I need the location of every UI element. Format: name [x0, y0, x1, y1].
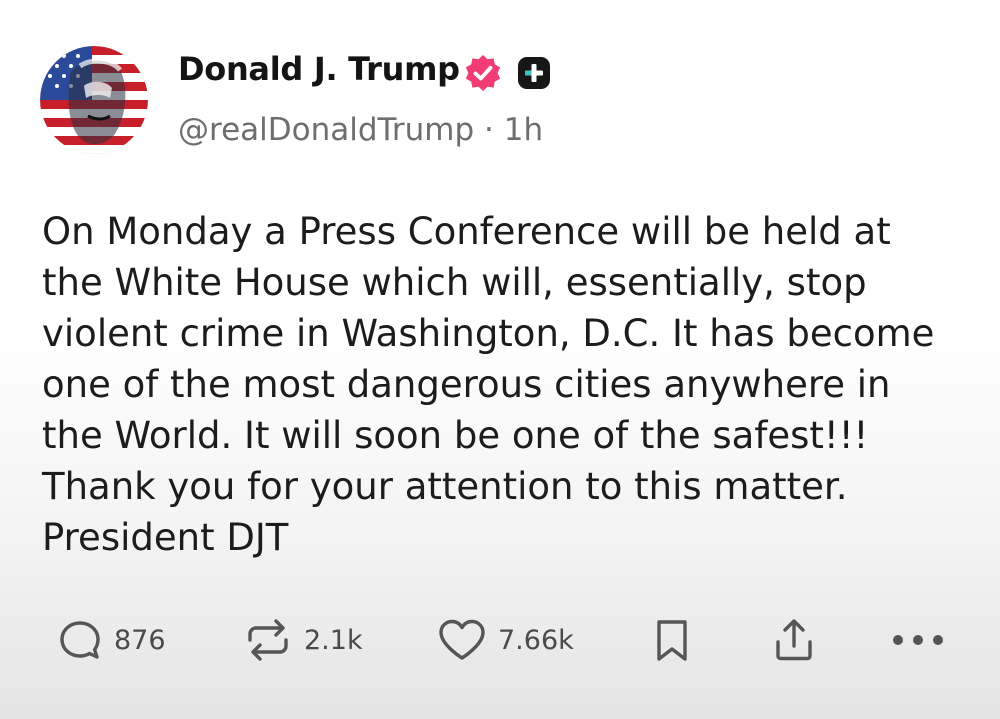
- avatar[interactable]: [40, 46, 148, 154]
- author-meta: @realDonaldTrump · 1h: [178, 112, 543, 148]
- plus-badge-icon: [518, 57, 550, 89]
- more-icon: [893, 635, 943, 645]
- repost-count: 2.1k: [304, 624, 363, 656]
- bookmark-icon: [657, 620, 687, 661]
- share-button[interactable]: [770, 612, 818, 668]
- share-icon: [776, 619, 812, 661]
- bookmark-button[interactable]: [650, 612, 694, 668]
- author-display-name[interactable]: Donald J. Trump: [178, 50, 460, 88]
- avatar-image: [40, 46, 148, 154]
- reply-count: 876: [114, 624, 166, 656]
- post-card: Donald J. Trump @realDonaldTrump · 1h On…: [0, 0, 1000, 719]
- reply-button[interactable]: 876: [56, 612, 166, 668]
- repost-icon: [248, 619, 288, 661]
- meta-separator: ·: [484, 112, 494, 148]
- reply-icon: [60, 621, 100, 659]
- like-count: 7.66k: [498, 624, 574, 656]
- action-bar: 876 2.1k 7.66k: [0, 612, 1000, 668]
- post-timestamp[interactable]: 1h: [504, 112, 543, 148]
- repost-button[interactable]: 2.1k: [242, 612, 363, 668]
- like-button[interactable]: 7.66k: [436, 612, 574, 668]
- post-text: On Monday a Press Conference will be hel…: [42, 210, 935, 559]
- heart-icon: [439, 619, 485, 660]
- verified-check-icon: [465, 55, 501, 91]
- more-button[interactable]: [888, 612, 948, 668]
- author-handle[interactable]: @realDonaldTrump: [178, 112, 474, 148]
